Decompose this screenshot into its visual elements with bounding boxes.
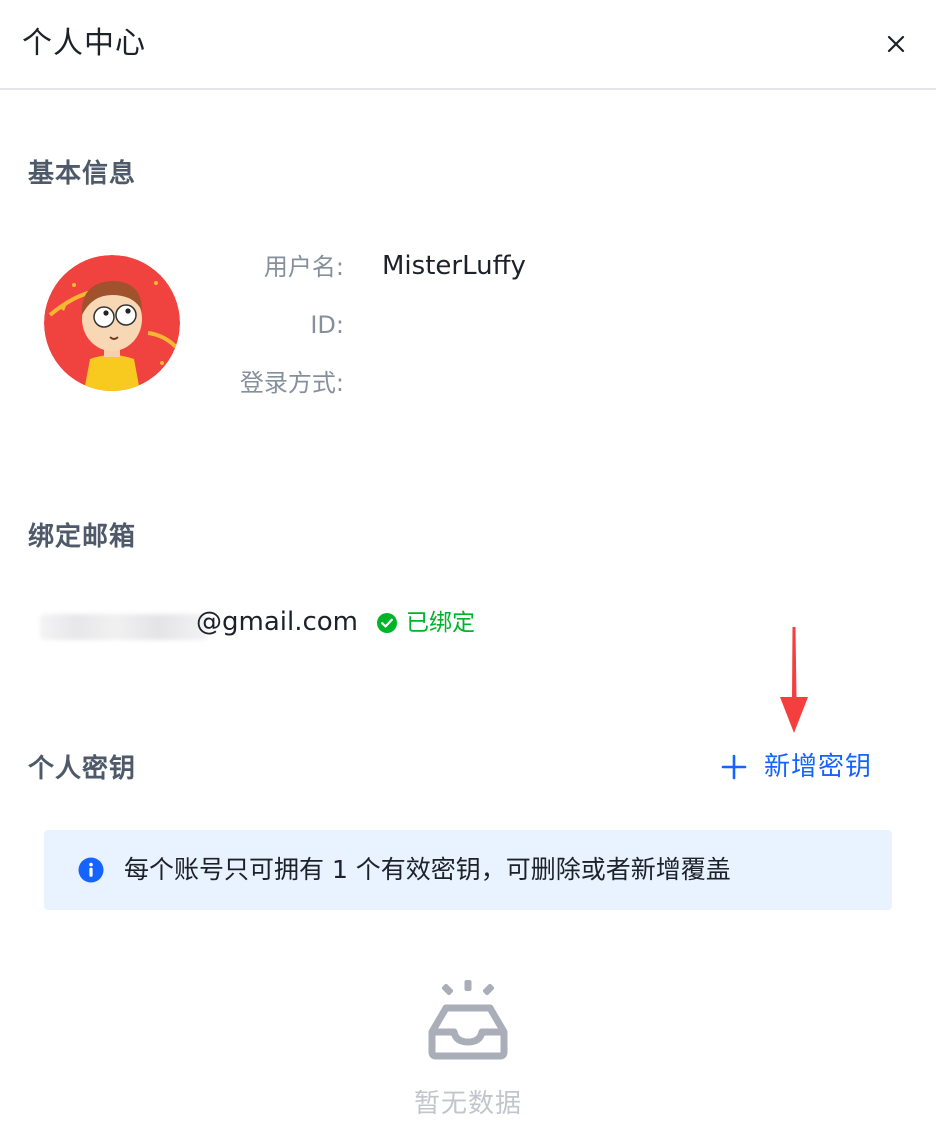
close-icon <box>887 35 905 53</box>
key-notice-text: 每个账号只可拥有 1 个有效密钥，可删除或者新增覆盖 <box>124 855 731 884</box>
avatar-cartoon-character <box>44 255 180 391</box>
red-arrow-down-icon <box>780 627 808 733</box>
empty-state-text: 暂无数据 <box>413 1089 522 1119</box>
basic-info-title: 基本信息 <box>28 159 137 189</box>
key-notice-banner: 每个账号只可拥有 1 个有效密钥，可删除或者新增覆盖 <box>44 830 892 910</box>
bind-email-title: 绑定邮箱 <box>28 522 137 552</box>
info-circle-icon <box>78 857 104 883</box>
add-key-label: 新增密钥 <box>764 752 873 782</box>
username-value: MisterLuffy <box>382 251 526 281</box>
email-address: @gmail.com <box>196 607 359 637</box>
login-method-label: 登录方式: <box>239 369 344 397</box>
close-button[interactable] <box>880 28 912 60</box>
panel-title: 个人中心 <box>22 26 146 61</box>
empty-inbox-icon <box>428 980 508 1060</box>
email-bound-status: 已绑定 <box>376 608 475 638</box>
panel-header: 个人中心 <box>0 0 936 90</box>
email-redaction-mask <box>40 614 208 640</box>
email-bound-text: 已绑定 <box>406 610 475 636</box>
add-key-button[interactable]: 新增密钥 <box>720 748 872 786</box>
check-circle-icon <box>377 613 397 633</box>
personal-center-panel: 个人中心 基本信息 用户名: MisterLuffy ID: 登录方式: 绑定邮… <box>0 0 936 1140</box>
personal-key-title: 个人密钥 <box>28 754 137 784</box>
id-label: ID: <box>310 311 344 339</box>
avatar <box>44 255 180 391</box>
username-label: 用户名: <box>263 253 344 281</box>
plus-icon <box>721 754 747 780</box>
